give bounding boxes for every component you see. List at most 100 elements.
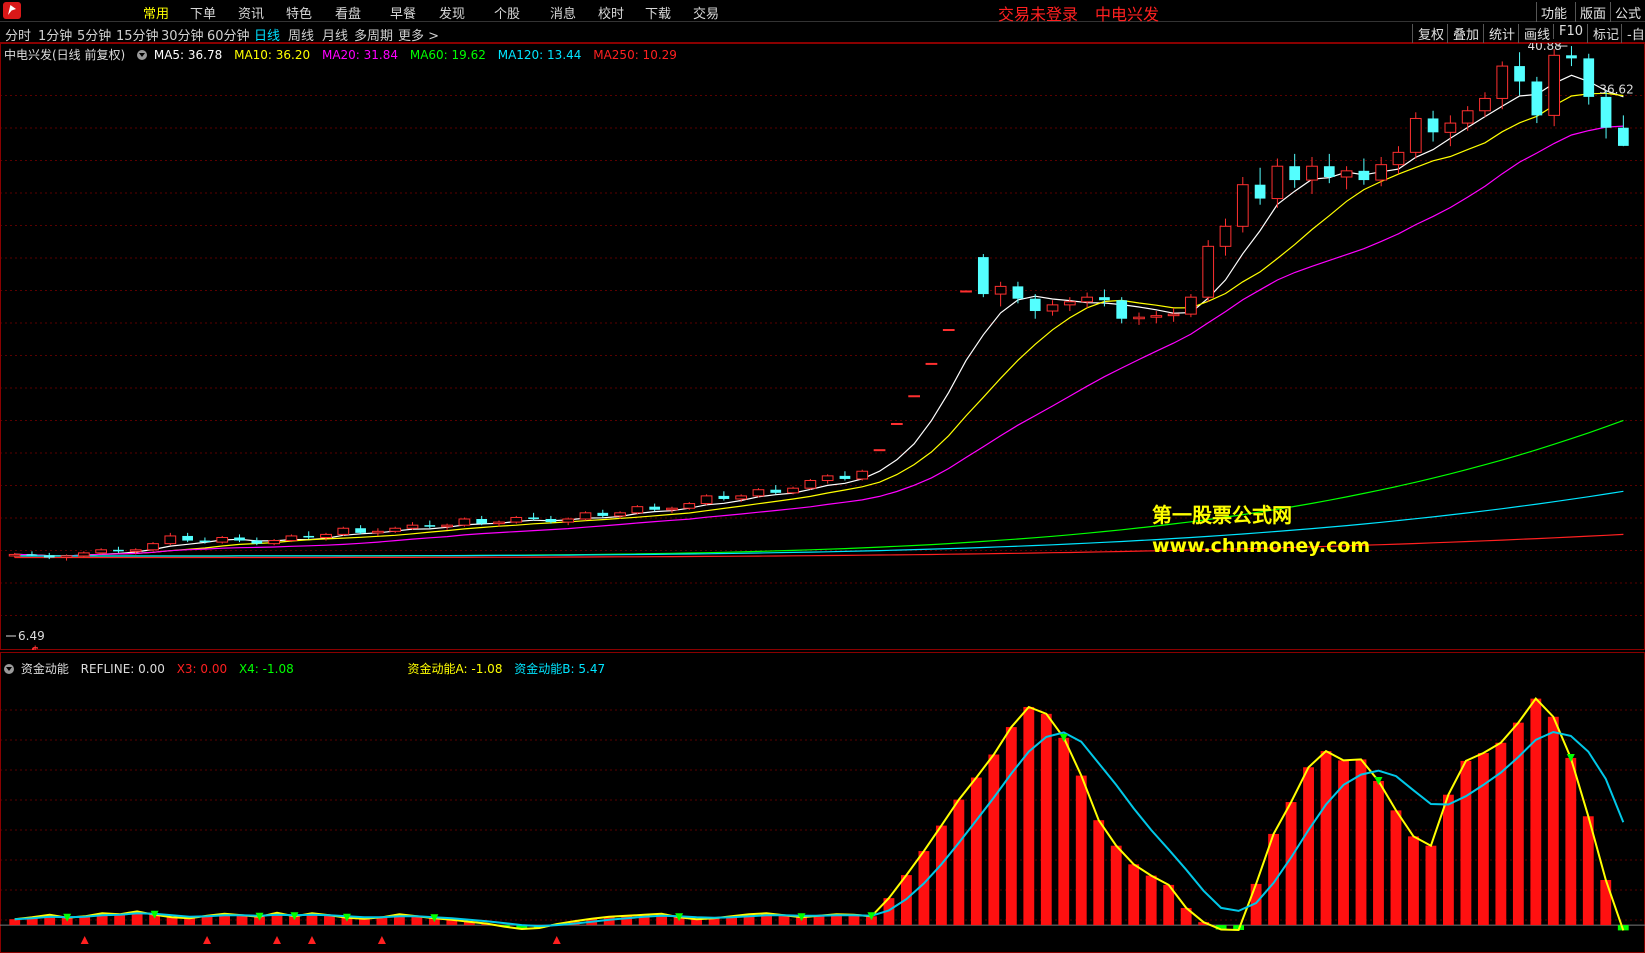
- candle-body-down: [1427, 118, 1439, 133]
- candle-body-up: [873, 449, 886, 452]
- candle-body-up: [216, 536, 229, 543]
- menu-item-messages[interactable]: 消息: [550, 3, 576, 22]
- period-multi[interactable]: 多周期: [354, 25, 393, 44]
- candle-body-up: [925, 362, 938, 365]
- candle-body-up: [1409, 117, 1422, 153]
- candle-body-up: [562, 518, 575, 523]
- menu-item-stock[interactable]: 个股: [494, 3, 520, 22]
- momentum-bar-up: [988, 754, 1000, 926]
- candle-body-down: [1099, 297, 1110, 301]
- candlestick-chart[interactable]: 40.88 36.62 6.49$: [0, 43, 1645, 650]
- ma120-line: [14, 490, 1624, 557]
- menu-item-news[interactable]: 资讯: [238, 3, 264, 22]
- momentum-bar-up: [1128, 864, 1140, 926]
- tool-overlay[interactable]: 叠加: [1447, 24, 1484, 43]
- candle-body-up: [631, 506, 644, 514]
- menu-function[interactable]: 功能: [1536, 2, 1571, 23]
- candle-body-up: [458, 518, 471, 526]
- momentum-bar-up: [970, 777, 982, 926]
- ma20-line: [14, 125, 1624, 557]
- momentum-bar-up: [1355, 759, 1367, 926]
- tool-f10[interactable]: F10: [1553, 24, 1588, 39]
- period-intraday[interactable]: 分时: [5, 25, 31, 44]
- candle-body-up: [1479, 97, 1491, 112]
- candle-body-up: [1219, 225, 1232, 247]
- menu-item-trade[interactable]: 交易: [693, 3, 719, 22]
- last-price-label: 36.62: [1599, 82, 1633, 96]
- buy-signal-arrow-icon: [80, 936, 89, 944]
- candle-body-up: [579, 512, 592, 520]
- candle-body-up: [700, 495, 713, 505]
- candle-body-down: [424, 525, 436, 527]
- candle-body-down: [113, 549, 124, 552]
- momentum-bar-up: [236, 915, 248, 926]
- menu-item-market[interactable]: 看盘: [335, 3, 361, 22]
- candle-body-down: [1323, 166, 1335, 177]
- candle-body-up: [441, 524, 453, 528]
- momentum-bar-up: [1565, 757, 1577, 926]
- period-5min[interactable]: 5分钟: [77, 25, 111, 44]
- candle-body-up: [389, 527, 402, 532]
- candle-body-down: [1600, 96, 1612, 128]
- tool-auto[interactable]: -自: [1621, 24, 1645, 43]
- signal-marker-icon: $: [31, 644, 39, 650]
- candle-body-up: [804, 479, 817, 489]
- period-15min[interactable]: 15分钟: [116, 25, 159, 44]
- candle-body-up: [372, 530, 384, 534]
- period-60min[interactable]: 60分钟: [207, 25, 250, 44]
- candle-body-up: [268, 540, 280, 545]
- candle-body-down: [1566, 55, 1577, 59]
- candle-body-up: [1236, 184, 1249, 227]
- momentum-bar-up: [1442, 794, 1454, 926]
- period-more[interactable]: 更多 >: [398, 25, 439, 44]
- period-30min[interactable]: 30分钟: [161, 25, 204, 44]
- tool-draw-line[interactable]: 画线: [1518, 24, 1555, 43]
- momentum-bar-up: [1005, 727, 1017, 926]
- candle-body-up: [1046, 304, 1059, 312]
- menu-item-features[interactable]: 特色: [286, 3, 312, 22]
- candle-body-up: [1271, 165, 1284, 200]
- menu-item-sync-time[interactable]: 校时: [598, 3, 624, 22]
- candle-body-down: [355, 528, 366, 533]
- tool-adjust-rights[interactable]: 复权: [1412, 24, 1449, 43]
- period-weekly[interactable]: 周线: [288, 25, 314, 44]
- candle-body-down: [26, 554, 38, 556]
- candle-body-up: [666, 507, 678, 511]
- menu-item-common[interactable]: 常用: [143, 3, 169, 22]
- period-daily[interactable]: 日线: [254, 25, 280, 44]
- candle-body-down: [1254, 184, 1266, 199]
- menu-item-order[interactable]: 下单: [190, 3, 216, 22]
- menu-formula[interactable]: 公式: [1610, 2, 1645, 23]
- chart-border: [0, 43, 1645, 650]
- candle-body-up: [942, 329, 955, 332]
- app-logo-icon[interactable]: [3, 2, 21, 19]
- menu-item-breakfast[interactable]: 早餐: [390, 3, 416, 22]
- tool-statistics[interactable]: 统计: [1483, 24, 1520, 43]
- menu-layout[interactable]: 版面: [1575, 2, 1610, 23]
- candle-body-up: [890, 422, 903, 425]
- menu-item-download[interactable]: 下载: [645, 3, 671, 22]
- momentum-bar-up: [1600, 880, 1612, 926]
- watermark-title: 第一股票公式网: [1152, 503, 1292, 527]
- candle-body-down: [1514, 66, 1525, 82]
- momentum-bar-up: [1058, 737, 1070, 926]
- period-monthly[interactable]: 月线: [322, 25, 348, 44]
- candle-body-down: [597, 512, 609, 516]
- momentum-bar-up: [813, 915, 825, 926]
- period-toolbar: 分时 1分钟 5分钟 15分钟 30分钟 60分钟 日线 周线 月线 多周期 更…: [0, 22, 1645, 44]
- candle-body-up: [1081, 296, 1093, 303]
- fund-momentum-chart[interactable]: [0, 652, 1645, 953]
- candle-body-down: [528, 517, 539, 519]
- tool-mark[interactable]: 标记: [1587, 24, 1624, 43]
- period-1min[interactable]: 1分钟: [38, 25, 72, 44]
- candle-body-up: [994, 285, 1007, 295]
- candle-body-up: [1548, 54, 1561, 116]
- menu-item-discover[interactable]: 发现: [439, 3, 465, 22]
- candle-body-up: [60, 555, 73, 559]
- candle-body-down: [1617, 127, 1629, 146]
- high-price-label: 40.88: [1527, 43, 1561, 53]
- ma10-line: [14, 92, 1624, 557]
- candle-body-down: [43, 555, 55, 558]
- candle-body-up: [735, 495, 748, 500]
- momentum-bar-up: [778, 915, 790, 926]
